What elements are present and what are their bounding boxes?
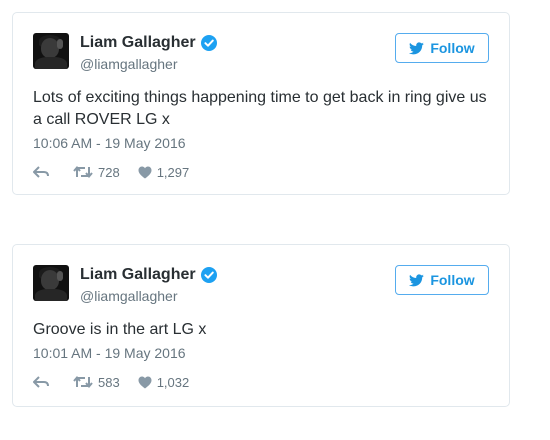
- retweet-icon: [73, 165, 93, 179]
- retweet-icon: [73, 375, 93, 389]
- reply-icon: [33, 166, 49, 178]
- follow-label: Follow: [430, 40, 475, 56]
- retweet-count: 583: [98, 374, 120, 390]
- reply-icon: [33, 376, 49, 388]
- follow-label: Follow: [430, 272, 475, 288]
- avatar[interactable]: [33, 265, 69, 301]
- follow-button[interactable]: Follow: [395, 33, 489, 63]
- tweet-text: Groove is in the art LG x: [33, 321, 207, 338]
- like-count: 1,297: [156, 164, 190, 180]
- follow-button[interactable]: Follow: [395, 265, 489, 295]
- tweet-actions: 583 1,032: [33, 373, 189, 391]
- twitter-bird-icon: [409, 273, 425, 286]
- retweet-button[interactable]: 583: [73, 375, 120, 390]
- avatar[interactable]: [33, 33, 69, 69]
- retweet-count: 728: [98, 164, 120, 180]
- author-name[interactable]: Liam Gallagher: [80, 265, 196, 285]
- author-handle[interactable]: @liamgallagher: [80, 287, 177, 305]
- like-button[interactable]: 1,297: [138, 164, 190, 180]
- tweet-text: Lots of exciting things happening time t…: [33, 89, 487, 128]
- tweet-actions: 728 1,297: [33, 163, 189, 181]
- reply-button[interactable]: [33, 166, 49, 178]
- author-name[interactable]: Liam Gallagher: [80, 33, 196, 53]
- retweet-button[interactable]: 728: [73, 165, 120, 180]
- tweet-timestamp[interactable]: 10:06 AM - 19 May 2016: [33, 134, 186, 152]
- heart-icon: [138, 376, 152, 388]
- heart-icon: [138, 166, 152, 178]
- tweet-timestamp[interactable]: 10:01 AM - 19 May 2016: [33, 344, 186, 362]
- verified-badge-icon: [201, 267, 217, 283]
- like-count: 1,032: [156, 374, 190, 390]
- tweet-card[interactable]: Liam Gallagher @liamgallagher Follow Lot…: [12, 12, 510, 195]
- verified-badge-icon: [201, 35, 217, 51]
- like-button[interactable]: 1,032: [138, 374, 190, 390]
- author-handle[interactable]: @liamgallagher: [80, 55, 177, 73]
- twitter-bird-icon: [409, 41, 425, 54]
- reply-button[interactable]: [33, 376, 49, 388]
- tweet-card[interactable]: Liam Gallagher @liamgallagher Follow Gro…: [12, 244, 510, 407]
